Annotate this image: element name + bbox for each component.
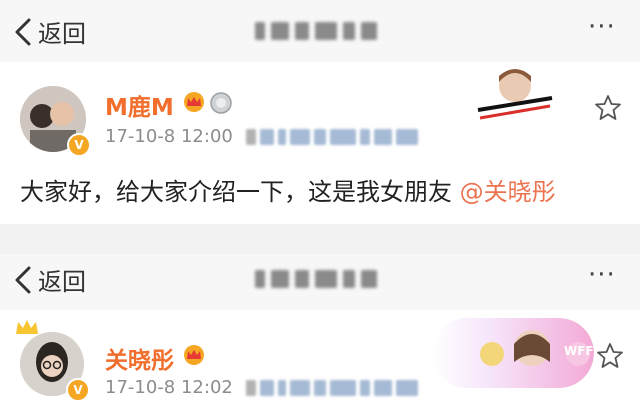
back-button[interactable]: 返回: [14, 14, 86, 49]
back-label: 返回: [38, 20, 86, 48]
promo-card[interactable]: WFF: [432, 318, 594, 388]
verified-badge-icon: V: [67, 133, 91, 157]
post-text: 大家好，给大家介绍一下，这是我女朋友 @关晓彤: [20, 172, 556, 207]
crown-decoration-icon: [16, 320, 38, 334]
more-options-button-2[interactable]: ···: [588, 260, 616, 290]
promo-label: WFF: [564, 344, 594, 358]
section-divider: [0, 224, 640, 254]
post-timestamp-2: 17-10-8 12:02: [105, 377, 233, 398]
crown-icon: [184, 345, 204, 365]
blurred-title-2: [255, 270, 383, 288]
post-timestamp: 17-10-8 12:00: [105, 126, 233, 147]
star-favorite-icon[interactable]: [594, 94, 622, 122]
back-button-2[interactable]: 返回: [14, 262, 86, 297]
verified-badge-icon: V: [66, 378, 90, 402]
more-options-button[interactable]: ···: [588, 12, 616, 42]
blurred-source-2: [246, 379, 466, 397]
chevron-left-icon: [15, 18, 31, 45]
blurred-title: [255, 22, 383, 40]
star-favorite-icon[interactable]: [596, 342, 624, 370]
blurred-source: [246, 128, 466, 146]
username[interactable]: M鹿M: [105, 88, 174, 122]
medal-icon: [210, 92, 232, 114]
promo-thumbnail[interactable]: [470, 64, 560, 124]
post-body: 大家好，给大家介绍一下，这是我女朋友: [20, 178, 460, 206]
chevron-left-icon: [15, 266, 31, 293]
username-2[interactable]: 关晓彤: [105, 341, 174, 375]
mention-link[interactable]: @关晓彤: [460, 178, 556, 206]
back-label-2: 返回: [38, 268, 86, 296]
crown-icon: [184, 92, 204, 112]
